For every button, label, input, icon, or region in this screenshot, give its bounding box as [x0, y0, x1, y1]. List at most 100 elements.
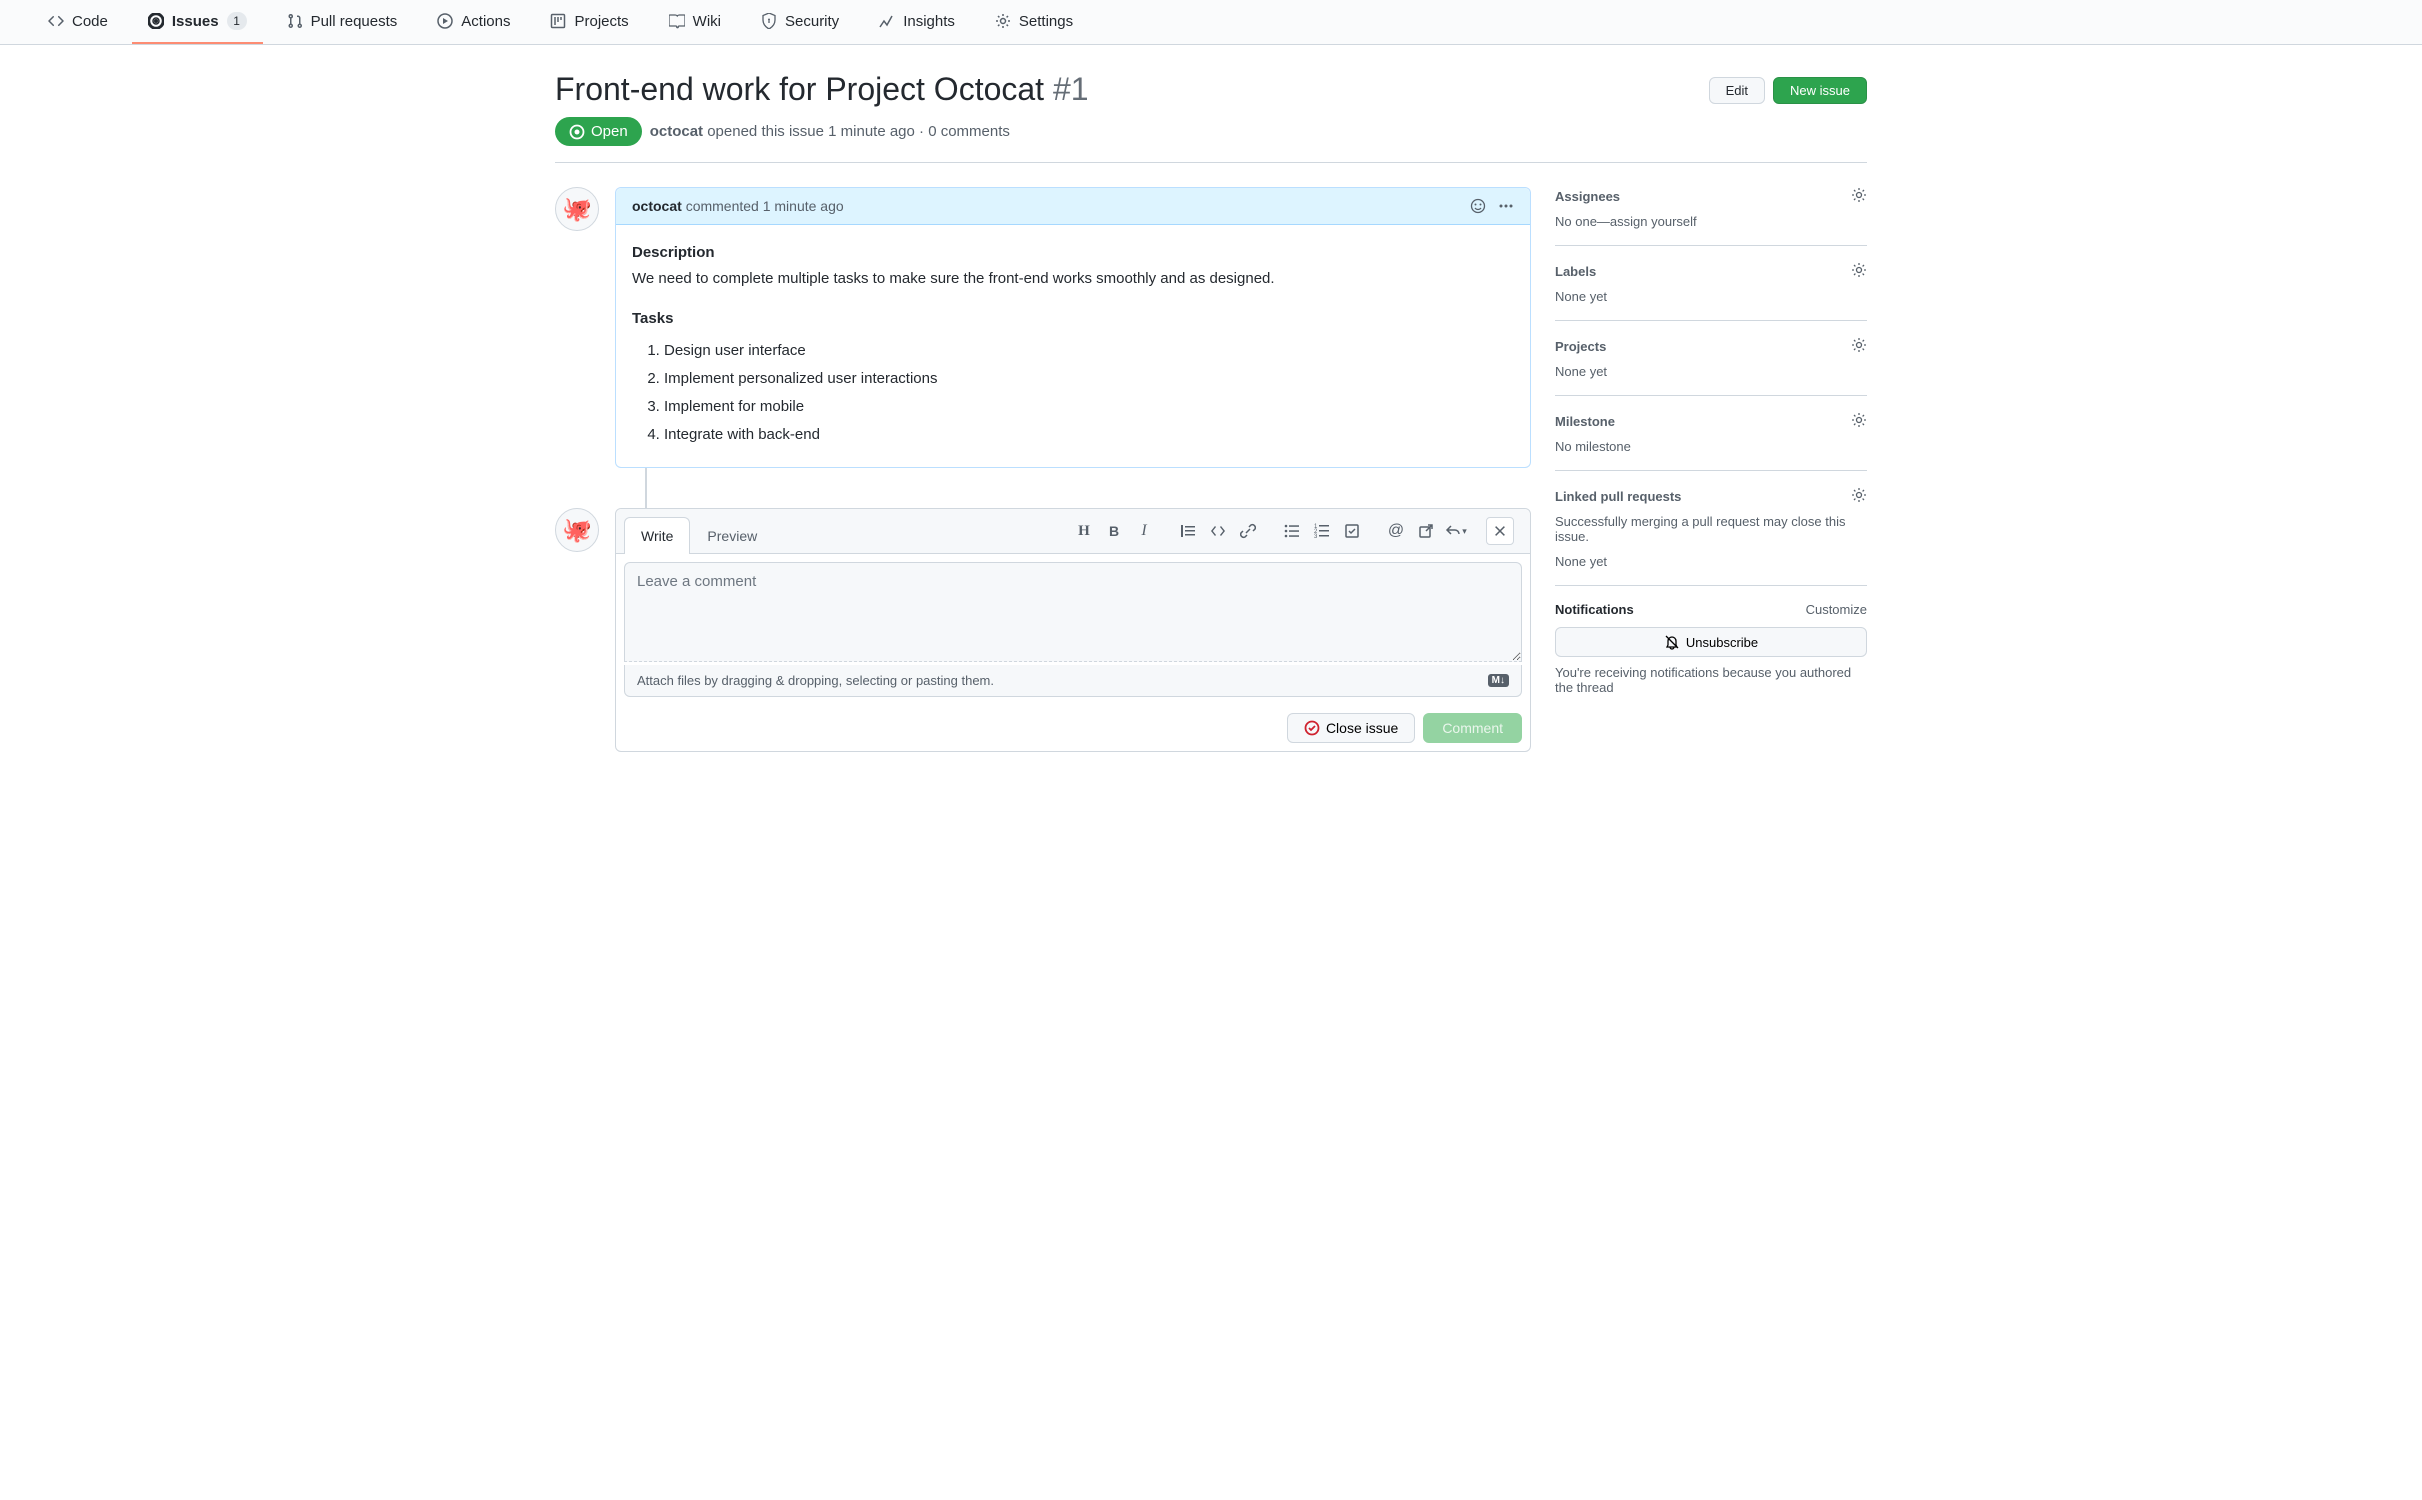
markdown-icon[interactable]: M↓ [1488, 674, 1509, 687]
unsubscribe-button[interactable]: Unsubscribe [1555, 627, 1867, 657]
nav-pull-requests[interactable]: Pull requests [271, 0, 414, 44]
comment-header: octocat commented 1 minute ago [616, 188, 1530, 225]
nav-security-label: Security [785, 13, 839, 30]
labels-title: Labels [1555, 264, 1596, 279]
reply-icon[interactable]: ▾ [1442, 517, 1470, 545]
list-item: Integrate with back-end [664, 423, 1514, 447]
issue-title-text: Front-end work for Project Octocat [555, 71, 1044, 107]
ordered-list-icon[interactable]: 123 [1308, 517, 1336, 545]
sidebar-linked-prs: Linked pull requests Successfully mergin… [1555, 471, 1867, 586]
new-issue-button[interactable]: New issue [1773, 77, 1867, 104]
issue-number: #1 [1053, 71, 1089, 107]
assign-yourself-link[interactable]: No one—assign yourself [1555, 214, 1867, 229]
comment-button[interactable]: Comment [1423, 713, 1522, 743]
customize-link[interactable]: Customize [1806, 602, 1867, 617]
wiki-icon [669, 13, 685, 29]
sidebar-notifications: Notifications Customize Unsubscribe You'… [1555, 586, 1867, 711]
bold-icon[interactable]: B [1100, 517, 1128, 545]
heading-icon[interactable]: H [1070, 517, 1098, 545]
nav-settings-label: Settings [1019, 13, 1073, 30]
pull-request-icon [287, 13, 303, 29]
labels-text: None yet [1555, 289, 1867, 304]
preview-tab[interactable]: Preview [690, 517, 774, 554]
sidebar-labels: Labels None yet [1555, 246, 1867, 321]
nav-actions[interactable]: Actions [421, 0, 526, 44]
bell-slash-icon [1664, 634, 1680, 650]
emoji-icon[interactable] [1470, 198, 1486, 214]
kebab-icon[interactable] [1498, 198, 1514, 214]
timeline-comment: 🐙 octocat commented 1 minute ago [555, 187, 1531, 468]
nav-wiki[interactable]: Wiki [653, 0, 737, 44]
gear-icon[interactable] [1851, 487, 1867, 506]
link-icon[interactable] [1234, 517, 1262, 545]
nav-code[interactable]: Code [32, 0, 124, 44]
description-text: We need to complete multiple tasks to ma… [632, 267, 1514, 291]
sidebar-milestone: Milestone No milestone [1555, 396, 1867, 471]
expand-icon[interactable] [1486, 517, 1514, 545]
notifications-title: Notifications [1555, 602, 1634, 617]
italic-icon[interactable]: I [1130, 517, 1158, 545]
cross-reference-icon[interactable] [1412, 517, 1440, 545]
compose-tabs: Write Preview H B I [616, 509, 1530, 554]
projects-text: None yet [1555, 364, 1867, 379]
nav-issues-label: Issues [172, 13, 219, 30]
comment-author[interactable]: octocat [632, 198, 682, 214]
gear-icon[interactable] [1851, 262, 1867, 281]
sidebar: Assignees No one—assign yourself Labels … [1555, 187, 1867, 752]
attach-hint-text: Attach files by dragging & dropping, sel… [637, 673, 994, 688]
close-issue-icon [1304, 720, 1320, 736]
nav-security[interactable]: Security [745, 0, 855, 44]
close-issue-button[interactable]: Close issue [1287, 713, 1415, 743]
task-list-icon[interactable] [1338, 517, 1366, 545]
issues-icon [148, 13, 164, 29]
formatting-toolbar: H B I 123 [1058, 517, 1522, 553]
nav-issues[interactable]: Issues 1 [132, 0, 263, 44]
issue-author[interactable]: octocat [650, 123, 703, 140]
linked-prs-title: Linked pull requests [1555, 489, 1681, 504]
sidebar-projects: Projects None yet [1555, 321, 1867, 396]
nav-code-label: Code [72, 13, 108, 30]
milestone-title: Milestone [1555, 414, 1615, 429]
quote-icon[interactable] [1174, 517, 1202, 545]
unordered-list-icon[interactable] [1278, 517, 1306, 545]
gear-icon[interactable] [1851, 187, 1867, 206]
write-tab[interactable]: Write [624, 517, 690, 554]
tasks-heading: Tasks [632, 307, 1514, 331]
issue-title: Front-end work for Project Octocat #1 [555, 69, 1709, 109]
linked-prs-desc: Successfully merging a pull request may … [1555, 514, 1867, 544]
tasks-list: Design user interface Implement personal… [632, 339, 1514, 447]
svg-text:3: 3 [1314, 534, 1318, 539]
attach-hint[interactable]: Attach files by dragging & dropping, sel… [624, 665, 1522, 697]
list-item: Implement for mobile [664, 395, 1514, 419]
avatar[interactable]: 🐙 [555, 508, 599, 552]
close-issue-label: Close issue [1326, 720, 1398, 736]
avatar[interactable]: 🐙 [555, 187, 599, 231]
nav-projects-label: Projects [574, 13, 628, 30]
unsubscribe-label: Unsubscribe [1686, 635, 1758, 650]
code-icon [48, 13, 64, 29]
comment-body: Description We need to complete multiple… [616, 225, 1530, 467]
comment-time: commented 1 minute ago [686, 198, 844, 214]
milestone-text: No milestone [1555, 439, 1867, 454]
nav-insights[interactable]: Insights [863, 0, 971, 44]
nav-actions-label: Actions [461, 13, 510, 30]
projects-icon [550, 13, 566, 29]
list-item: Design user interface [664, 339, 1514, 363]
mention-icon[interactable]: @ [1382, 517, 1410, 545]
repo-nav: Code Issues 1 Pull requests Actions Proj… [0, 0, 2422, 45]
assignees-title: Assignees [1555, 189, 1620, 204]
comment-textarea[interactable] [624, 562, 1522, 662]
nav-wiki-label: Wiki [693, 13, 721, 30]
nav-projects[interactable]: Projects [534, 0, 644, 44]
nav-pr-label: Pull requests [311, 13, 398, 30]
gear-icon[interactable] [1851, 412, 1867, 431]
sidebar-assignees: Assignees No one—assign yourself [1555, 187, 1867, 246]
projects-title: Projects [1555, 339, 1606, 354]
actions-icon [437, 13, 453, 29]
issue-opened-text: opened this issue 1 minute ago · 0 comme… [707, 123, 1010, 140]
edit-button[interactable]: Edit [1709, 77, 1765, 104]
code-icon[interactable] [1204, 517, 1232, 545]
gear-icon[interactable] [1851, 337, 1867, 356]
nav-settings[interactable]: Settings [979, 0, 1089, 44]
open-issue-icon [569, 124, 585, 140]
